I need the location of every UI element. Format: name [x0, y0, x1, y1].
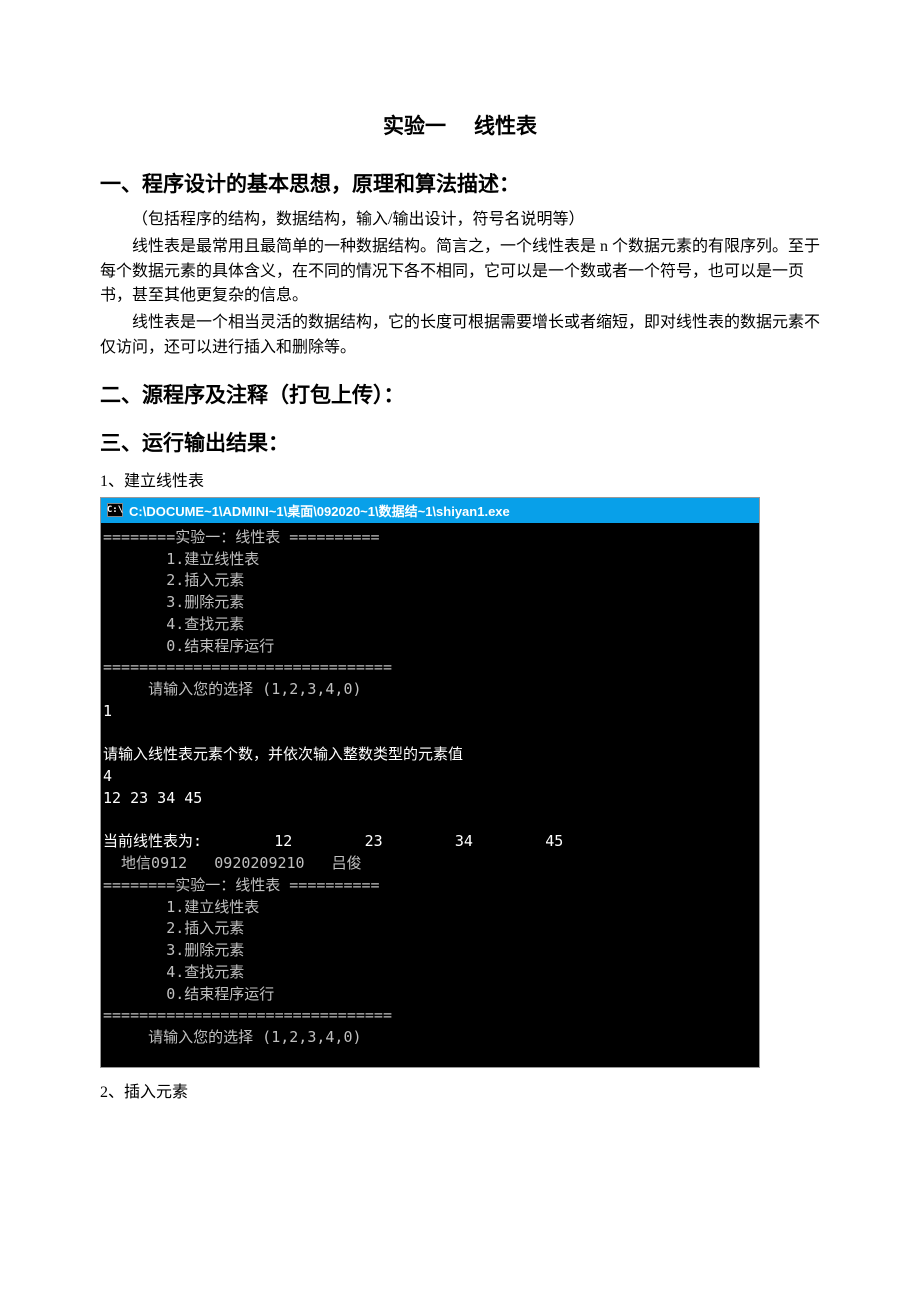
para-3: 线性表是一个相当灵活的数据结构，它的长度可根据需要增长或者缩短，即对线性表的数据…	[100, 311, 820, 361]
console-line: 1.建立线性表	[103, 550, 259, 568]
console-line: 3.删除元素	[103, 593, 244, 611]
console-line: ========实验一：线性表 ==========	[103, 528, 380, 546]
cmd-icon: C:\	[107, 503, 123, 517]
console-titlebar: C:\ C:\DOCUME~1\ADMINI~1\桌面\092020~1\数据结…	[101, 498, 759, 523]
console-line: ========实验一：线性表 ==========	[103, 876, 380, 894]
console-line: 4.查找元素	[103, 963, 244, 981]
console-line: 1.建立线性表	[103, 898, 259, 916]
console-line: 1	[103, 702, 112, 720]
console-line: 请输入您的选择 (1,2,3,4,0)	[103, 680, 362, 698]
console-window: C:\ C:\DOCUME~1\ADMINI~1\桌面\092020~1\数据结…	[100, 497, 760, 1068]
section3-heading: 三、运行输出结果：	[100, 427, 820, 457]
console-title-text: C:\DOCUME~1\ADMINI~1\桌面\092020~1\数据结~1\s…	[129, 501, 510, 520]
console-line: 12 23 34 45	[103, 789, 202, 807]
console-line: 2.插入元素	[103, 571, 244, 589]
para-1: （包括程序的结构，数据结构，输入/输出设计，符号名说明等）	[100, 208, 820, 233]
console-body: ========实验一：线性表 ========== 1.建立线性表 2.插入元…	[101, 523, 759, 1067]
subhead-1: 1、建立线性表	[100, 467, 820, 491]
para-2: 线性表是最常用且最简单的一种数据结构。简言之，一个线性表是 n 个数据元素的有限…	[100, 235, 820, 309]
console-line: ================================	[103, 1006, 392, 1024]
page-title: 实验一 线性表	[100, 110, 820, 140]
console-line: 0.结束程序运行	[103, 985, 274, 1003]
console-line: 地信0912 0920209210 吕俊	[103, 854, 362, 872]
console-line: 4	[103, 767, 112, 785]
console-line: 请输入线性表元素个数，并依次输入整数类型的元素值	[103, 745, 463, 763]
section2-heading: 二、源程序及注释（打包上传）：	[100, 379, 820, 409]
section1-heading: 一、程序设计的基本思想，原理和算法描述：	[100, 168, 820, 198]
console-line: ================================	[103, 658, 392, 676]
console-line: 4.查找元素	[103, 615, 244, 633]
console-line: 0.结束程序运行	[103, 637, 274, 655]
console-line: 2.插入元素	[103, 919, 244, 937]
console-line: 3.删除元素	[103, 941, 244, 959]
title-part-b: 线性表	[474, 114, 537, 138]
console-line: 当前线性表为: 12 23 34 45	[103, 832, 563, 850]
console-line: 请输入您的选择 (1,2,3,4,0)	[103, 1028, 362, 1046]
title-part-a: 实验一	[383, 114, 446, 138]
subhead-2: 2、插入元素	[100, 1078, 820, 1102]
